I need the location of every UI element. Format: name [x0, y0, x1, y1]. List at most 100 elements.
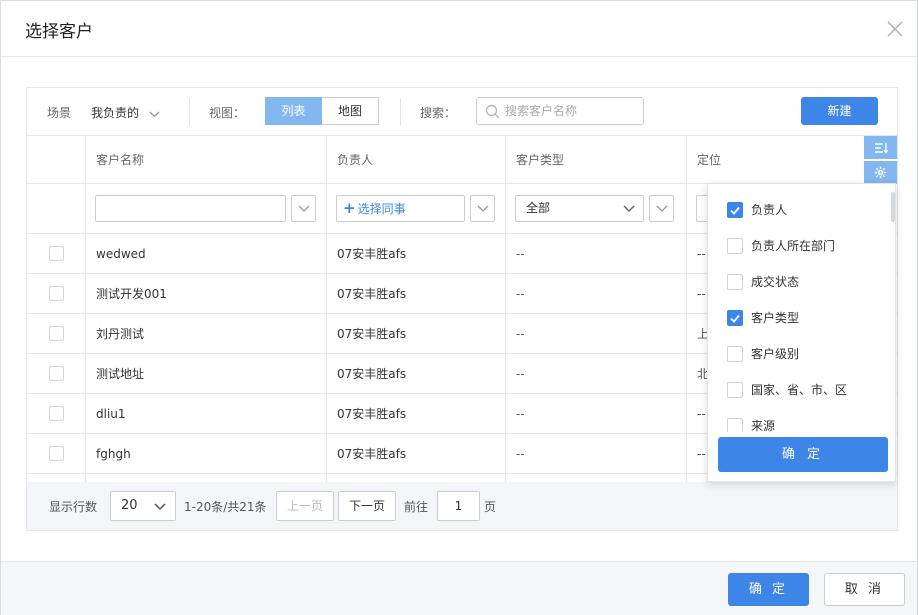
customer-name: 测试地址 [85, 354, 326, 394]
column-option-label: 客户级别 [751, 347, 800, 361]
row-checkbox-cell [27, 234, 85, 274]
checkbox[interactable] [727, 418, 743, 432]
row-checkbox-cell [27, 274, 85, 314]
column-option-source[interactable]: 来源 [708, 408, 897, 432]
page-number-input[interactable]: 1 [437, 491, 480, 521]
row-checkbox[interactable] [49, 246, 64, 261]
search-input[interactable] [505, 102, 639, 120]
customer-owner: 07安丰胜afs [326, 434, 505, 474]
new-customer-button[interactable]: 新建 [801, 97, 878, 125]
chevron-down-icon [154, 503, 166, 511]
checkbox[interactable] [727, 346, 743, 362]
customer-owner: 07安丰胜afs [326, 234, 505, 274]
customer-owner: 07安丰胜afs [326, 394, 505, 434]
customer-owner: 07安丰胜afs [326, 274, 505, 314]
row-cell [326, 474, 505, 482]
column-confirm-button[interactable]: 确 定 [718, 437, 888, 472]
column-sort-icon[interactable] [864, 136, 897, 159]
customer-type: -- [505, 234, 686, 274]
select-customer-dialog: 选择客户 场景 我负责的 视图： 列表 地图 搜索： 搜索客户名称 新建 客户名… [0, 0, 918, 615]
page-size-select[interactable]: 20 [110, 491, 176, 521]
customer-type: -- [505, 274, 686, 314]
row-checkbox-cell [27, 474, 85, 482]
row-checkbox-cell [27, 354, 85, 394]
view-label: 视图： [209, 106, 246, 120]
type-filter-select[interactable]: 全部 [515, 195, 644, 222]
column-option-owner-dept[interactable]: 负责人所在部门 [708, 228, 897, 264]
customer-name: 刘丹测试 [85, 314, 326, 354]
name-filter-input[interactable] [95, 195, 286, 222]
view-map-button[interactable]: 地图 [322, 97, 379, 125]
filter-owner-cell: + 选择同事 [326, 184, 505, 234]
column-option-customer-type[interactable]: 客户类型 [708, 300, 897, 336]
search-box [476, 97, 644, 125]
column-option-owner[interactable]: 负责人 [708, 192, 897, 228]
filter-empty-cell [27, 184, 85, 234]
row-cell [85, 474, 326, 482]
column-header-location[interactable]: 定位 [686, 136, 864, 184]
popup-scrollbar[interactable] [891, 192, 895, 222]
dialog-title: 选择客户 [25, 22, 93, 42]
row-checkbox[interactable] [49, 446, 64, 461]
next-page-button[interactable]: 下一页 [338, 491, 396, 521]
plus-icon: + [343, 199, 356, 217]
view-switch: 列表 地图 [265, 97, 379, 125]
column-option-region[interactable]: 国家、省、市、区 [708, 372, 897, 408]
customer-type: -- [505, 354, 686, 394]
table-header: 客户名称 负责人 客户类型 定位 [27, 136, 897, 184]
column-option-label: 负责人 [751, 203, 788, 217]
page-unit-label: 页 [484, 500, 497, 514]
checkbox-checked[interactable] [727, 202, 743, 218]
row-checkbox[interactable] [49, 326, 64, 341]
row-checkbox[interactable] [49, 406, 64, 421]
checkbox[interactable] [727, 238, 743, 254]
scene-select[interactable]: 我负责的 [91, 104, 160, 121]
row-checkbox[interactable] [49, 366, 64, 381]
pagination: 显示行数 20 1-20条/共21条 上一页 下一页 前往 1 页 [27, 482, 897, 530]
customer-type: -- [505, 434, 686, 474]
cancel-button[interactable]: 取 消 [824, 573, 905, 606]
row-cell [505, 474, 686, 482]
view-list-button[interactable]: 列表 [265, 97, 322, 125]
name-filter-dropdown[interactable] [291, 195, 316, 222]
scene-value: 我负责的 [91, 106, 140, 120]
column-option-label: 负责人所在部门 [751, 239, 836, 253]
checkbox-checked[interactable] [727, 310, 743, 326]
row-checkbox[interactable] [49, 286, 64, 301]
header-checkbox-cell [27, 136, 85, 184]
column-settings-popup: 负责人 负责人所在部门 成交状态 客户类型 客户级别 国家、省、市、区 来源 确… [707, 183, 896, 482]
column-option-customer-level[interactable]: 客户级别 [708, 336, 897, 372]
column-option-deal-status[interactable]: 成交状态 [708, 264, 897, 300]
owner-filter-dropdown[interactable] [470, 195, 495, 222]
table-tools [864, 136, 897, 184]
filter-type-cell: 全部 [505, 184, 686, 234]
type-filter-dropdown[interactable] [649, 195, 674, 222]
rows-label: 显示行数 [49, 500, 98, 514]
column-header-name[interactable]: 客户名称 [85, 136, 326, 184]
row-checkbox-cell [27, 394, 85, 434]
confirm-button[interactable]: 确 定 [728, 573, 809, 606]
customer-name: wedwed [85, 234, 326, 274]
chevron-down-icon [149, 107, 160, 121]
dialog-header: 选择客户 [1, 1, 917, 57]
row-checkbox-cell [27, 434, 85, 474]
divider [189, 98, 190, 126]
search-icon [485, 104, 500, 122]
checkbox[interactable] [727, 382, 743, 398]
customer-type: -- [505, 394, 686, 434]
gear-icon[interactable] [864, 161, 897, 184]
column-option-label: 国家、省、市、区 [751, 383, 848, 397]
column-header-owner[interactable]: 负责人 [326, 136, 505, 184]
customer-name: 测试开发001 [85, 274, 326, 314]
close-icon[interactable] [885, 19, 905, 39]
column-header-type[interactable]: 客户类型 [505, 136, 686, 184]
customer-type: -- [505, 314, 686, 354]
column-option-label: 成交状态 [751, 275, 800, 289]
prev-page-button[interactable]: 上一页 [276, 491, 334, 521]
row-checkbox-cell [27, 314, 85, 354]
select-colleague-button[interactable]: + 选择同事 [336, 195, 465, 222]
checkbox[interactable] [727, 274, 743, 290]
customer-name: dliu1 [85, 394, 326, 434]
search-label: 搜索： [420, 106, 457, 120]
select-colleague-label: 选择同事 [357, 202, 406, 216]
